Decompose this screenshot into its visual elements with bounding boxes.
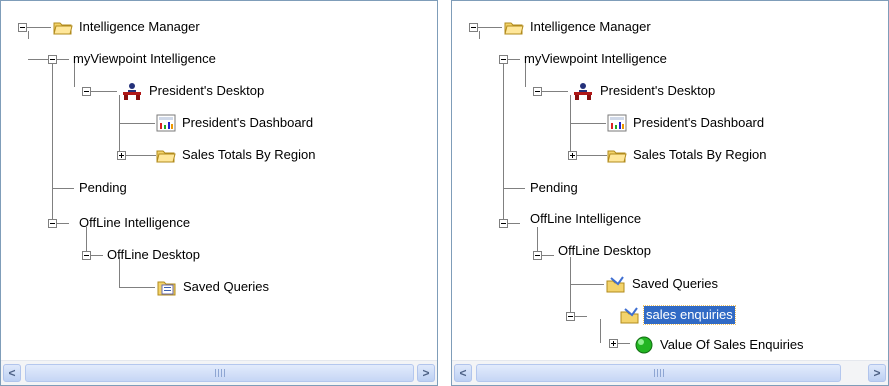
green-status-circle-icon	[635, 336, 653, 354]
right-tree-panel: Intelligence Manager myViewpoint Intelli…	[451, 0, 889, 386]
collapse-toggle[interactable]	[533, 87, 542, 96]
tree-node-label: OffLine Intelligence	[530, 211, 642, 226]
tree-node-intelligence-manager[interactable]: Intelligence Manager	[504, 16, 653, 38]
scroll-right-button[interactable]: >	[868, 364, 886, 382]
tree-node-presidents-desktop[interactable]: President's Desktop	[572, 80, 717, 102]
tree-node-intelligence-manager[interactable]: Intelligence Manager	[53, 16, 202, 38]
collapse-toggle[interactable]	[469, 23, 478, 32]
collapse-toggle[interactable]	[566, 312, 575, 321]
tree-node-label: Intelligence Manager	[79, 19, 200, 34]
horizontal-scrollbar[interactable]: < >	[452, 360, 888, 385]
tree-node-label: myViewpoint Intelligence	[73, 51, 216, 66]
collapse-toggle[interactable]	[18, 23, 27, 32]
folder-icon	[156, 150, 176, 163]
tree-node-label: Saved Queries	[632, 276, 718, 291]
desk-icon	[123, 83, 141, 100]
scroll-right-button[interactable]: >	[417, 364, 435, 382]
tree-node-presidents-dashboard[interactable]: President's Dashboard	[156, 112, 315, 134]
collapse-toggle[interactable]	[499, 55, 508, 64]
tree-node-myviewpoint-intelligence[interactable]: myViewpoint Intelligence	[522, 48, 669, 70]
folder-icon	[607, 150, 627, 163]
expand-toggle[interactable]	[609, 339, 618, 348]
collapse-toggle[interactable]	[533, 251, 542, 260]
tree-node-pending[interactable]: Pending	[77, 177, 129, 199]
tree-node-label: Intelligence Manager	[530, 19, 651, 34]
tree-node-sales-totals-by-region[interactable]: Sales Totals By Region	[607, 144, 768, 166]
tree-node-label: Sales Totals By Region	[633, 147, 767, 162]
tree-node-label-selected: sales enquiries	[643, 305, 736, 325]
tree-node-saved-queries[interactable]: Saved Queries	[606, 273, 720, 295]
right-tree-view[interactable]: Intelligence Manager myViewpoint Intelli…	[452, 1, 888, 361]
left-tree-panel: Intelligence Manager myViewpoint Intelli…	[0, 0, 438, 386]
collapse-toggle[interactable]	[48, 55, 57, 64]
collapse-toggle[interactable]	[82, 251, 91, 260]
tree-node-label: Pending	[79, 180, 127, 195]
tree-node-label: President's Dashboard	[182, 115, 314, 130]
query-folder-icon	[606, 276, 625, 293]
tree-node-label: myViewpoint Intelligence	[524, 51, 667, 66]
tree-node-label: Saved Queries	[183, 279, 269, 294]
scrollbar-thumb[interactable]	[476, 364, 841, 382]
tree-node-label: Sales Totals By Region	[182, 147, 316, 162]
expand-toggle[interactable]	[117, 151, 126, 160]
scrollbar-thumb[interactable]	[25, 364, 414, 382]
collapse-toggle[interactable]	[82, 87, 91, 96]
tree-node-value-of-sales-enquiries[interactable]: Value Of Sales Enquiries	[634, 334, 806, 356]
tree-node-sales-totals-by-region[interactable]: Sales Totals By Region	[156, 144, 317, 166]
tree-node-label: OffLine Desktop	[558, 243, 651, 258]
tree-node-offline-desktop[interactable]: OffLine Desktop	[105, 244, 202, 266]
tree-node-presidents-dashboard[interactable]: President's Dashboard	[607, 112, 766, 134]
scroll-left-button[interactable]: <	[454, 364, 472, 382]
scroll-left-button[interactable]: <	[3, 364, 21, 382]
collapse-toggle[interactable]	[499, 219, 508, 228]
query-folder-icon	[620, 307, 639, 324]
expand-toggle[interactable]	[568, 151, 577, 160]
folder-open-icon	[504, 22, 524, 35]
tree-node-presidents-desktop[interactable]: President's Desktop	[121, 80, 266, 102]
tree-node-label: OffLine Intelligence	[79, 215, 191, 230]
tree-node-pending[interactable]: Pending	[528, 177, 580, 199]
tree-node-label: President's Dashboard	[633, 115, 765, 130]
tree-node-label: OffLine Desktop	[107, 247, 200, 262]
left-tree-view[interactable]: Intelligence Manager myViewpoint Intelli…	[1, 1, 437, 361]
tree-node-offline-intelligence[interactable]: OffLine Intelligence	[528, 208, 643, 230]
tree-node-offline-intelligence[interactable]: OffLine Intelligence	[77, 212, 192, 234]
tree-node-label: Value Of Sales Enquiries	[660, 337, 804, 352]
tree-node-label: Pending	[530, 180, 578, 195]
tree-node-offline-desktop[interactable]: OffLine Desktop	[556, 240, 653, 262]
tree-node-sales-enquiries[interactable]: sales enquiries	[620, 304, 736, 326]
panel-divider	[438, 0, 451, 386]
tree-node-label: President's Desktop	[600, 83, 716, 98]
dashboard-chart-icon	[607, 114, 627, 132]
folder-open-icon	[53, 22, 73, 35]
dashboard-chart-icon	[156, 114, 176, 132]
saved-queries-icon	[157, 281, 176, 296]
horizontal-scrollbar[interactable]: < >	[1, 360, 437, 385]
tree-node-label: President's Desktop	[149, 83, 265, 98]
desk-icon	[574, 83, 592, 100]
tree-node-saved-queries[interactable]: Saved Queries	[157, 276, 271, 298]
tree-node-myviewpoint-intelligence[interactable]: myViewpoint Intelligence	[71, 48, 218, 70]
collapse-toggle[interactable]	[48, 219, 57, 228]
